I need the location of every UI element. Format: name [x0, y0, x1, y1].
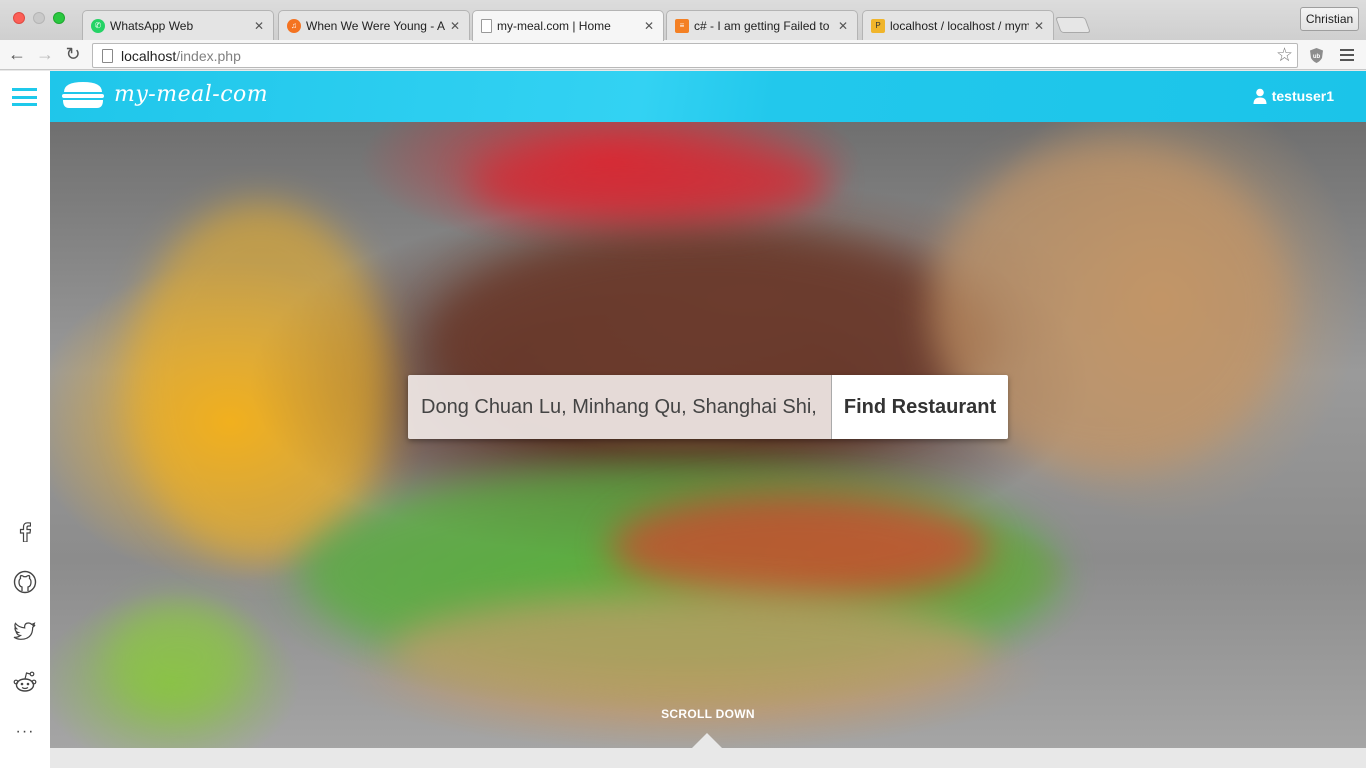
restaurant-search-form: Find Restaurant [408, 375, 1008, 439]
new-tab-button[interactable] [1055, 17, 1091, 33]
headphones-icon: ♫ [287, 18, 301, 33]
page-icon [102, 48, 113, 63]
find-restaurant-button[interactable]: Find Restaurant [832, 375, 1008, 439]
address-bar[interactable]: localhost/index.php ☆ [92, 43, 1298, 68]
facebook-icon[interactable] [0, 518, 50, 546]
page-icon [481, 19, 492, 33]
reload-icon[interactable]: ↻ [62, 43, 84, 65]
github-icon[interactable] [0, 568, 50, 596]
site-header: my-meal-com testuser1 [50, 71, 1366, 122]
scroll-down-arrow-icon[interactable] [692, 733, 722, 748]
browser-toolbar: ← → ↻ localhost/index.php ☆ ub [0, 40, 1366, 70]
tab-close-icon[interactable]: ✕ [1033, 19, 1045, 33]
phpmyadmin-icon: P [871, 18, 885, 33]
more-icon[interactable]: ··· [0, 718, 50, 746]
user-menu[interactable]: testuser1 [1253, 88, 1334, 104]
browser-tab-bar: ✆ WhatsApp Web ✕ ♫ When We Were Young - … [0, 0, 1366, 41]
tab-close-icon[interactable]: ✕ [449, 19, 461, 33]
ublock-shield-icon[interactable]: ub [1308, 47, 1325, 64]
content-section [50, 748, 1366, 768]
username-label: testuser1 [1271, 88, 1334, 104]
tab-close-icon[interactable]: ✕ [253, 19, 265, 33]
stackoverflow-icon: ≡ [675, 18, 689, 33]
tab-my-meal[interactable]: my-meal.com | Home ✕ [472, 10, 664, 41]
hamburger-menu-icon[interactable] [12, 88, 37, 106]
tab-close-icon[interactable]: ✕ [643, 19, 655, 33]
logo-text[interactable]: my-meal-com [114, 82, 268, 107]
close-window-button[interactable] [13, 12, 25, 24]
reddit-icon[interactable] [0, 668, 50, 696]
forward-arrow-icon[interactable]: → [34, 43, 56, 65]
zoom-window-button[interactable] [53, 12, 65, 24]
scroll-down-label[interactable]: SCROLL DOWN [50, 707, 1366, 721]
tab-phpmyadmin[interactable]: P localhost / localhost / mym ✕ [862, 10, 1054, 40]
tab-close-icon[interactable]: ✕ [837, 19, 849, 33]
twitter-icon[interactable] [0, 618, 50, 646]
bookmark-star-icon[interactable]: ☆ [1276, 44, 1293, 67]
address-search-input[interactable] [408, 375, 832, 439]
left-sidebar: ··· [0, 71, 50, 768]
whatsapp-icon: ✆ [91, 18, 105, 33]
tab-music[interactable]: ♫ When We Were Young - Ad ✕ [278, 10, 470, 40]
back-arrow-icon[interactable]: ← [6, 43, 28, 65]
user-icon [1253, 88, 1267, 104]
minimize-window-button[interactable] [33, 12, 45, 24]
tab-stackoverflow[interactable]: ≡ c# - I am getting Failed to l ✕ [666, 10, 858, 40]
chrome-menu-icon[interactable] [1340, 47, 1354, 63]
burger-logo-icon[interactable] [61, 80, 105, 110]
tab-whatsapp[interactable]: ✆ WhatsApp Web ✕ [82, 10, 274, 40]
svg-text:ub: ub [1313, 54, 1321, 60]
profile-button[interactable]: Christian [1300, 7, 1359, 31]
